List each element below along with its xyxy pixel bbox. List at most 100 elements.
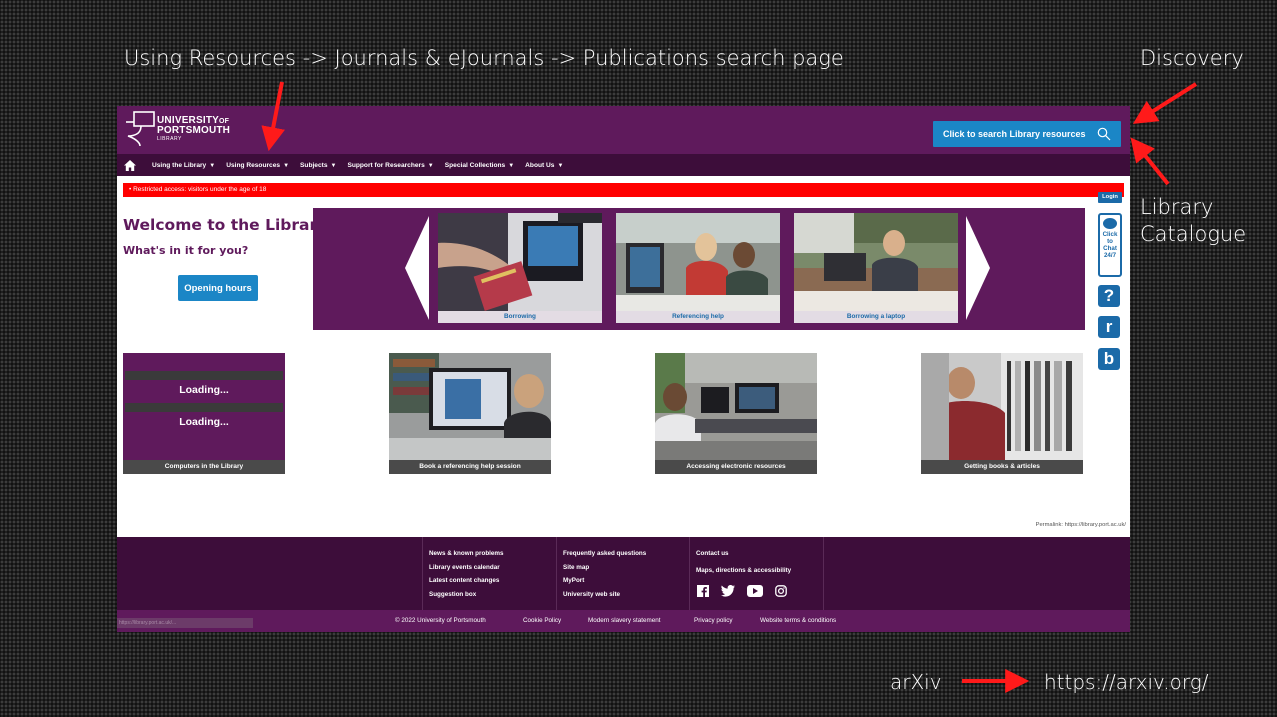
resources-path-caption: Using Resources -> Journals & eJournals … <box>124 46 844 70</box>
logo-line3: LIBRARY <box>157 136 182 142</box>
tile-accessing-electronic-resources[interactable]: Accessing electronic resources <box>655 353 817 474</box>
opening-hours-button[interactable]: Opening hours <box>178 275 258 301</box>
cookie-policy-link[interactable]: Cookie Policy <box>523 617 561 624</box>
arrow-to-library-catalogue <box>1130 137 1170 186</box>
borrowing-laptop-photo <box>794 213 958 311</box>
copyright-text: © 2022 University of Portsmouth <box>395 617 486 624</box>
chat-line1: Click <box>1102 231 1118 238</box>
carousel: Borrowing Referencing help Borrowing a l… <box>313 208 1085 330</box>
social-links <box>697 585 787 597</box>
chat-bubble-icon <box>1103 218 1117 229</box>
footer-link-faq[interactable]: Frequently asked questions <box>563 547 646 561</box>
carousel-slide-laptop[interactable]: Borrowing a laptop <box>794 213 958 323</box>
tile-caption-electronic: Accessing electronic resources <box>655 460 817 474</box>
footer-column-3: Contact us Maps, directions & accessibil… <box>696 547 791 577</box>
books-articles-photo <box>921 353 1083 460</box>
carousel-caption-referencing: Referencing help <box>616 311 780 323</box>
footer-bottom-bar: https://library.port.ac.uk/... © 2022 Un… <box>117 610 1130 632</box>
carousel-next-icon[interactable] <box>964 216 990 320</box>
modern-slavery-link[interactable]: Modern slavery statement <box>588 617 660 624</box>
footer-link-contact[interactable]: Contact us <box>696 547 791 561</box>
footer-link-myport[interactable]: MyPort <box>563 574 646 588</box>
chat-line3: Chat <box>1103 245 1117 252</box>
carousel-prev-icon[interactable] <box>405 216 431 320</box>
logo-line2: PORTSMOUTH <box>157 125 231 136</box>
loading-text-1: Loading... <box>179 384 229 396</box>
twitter-icon[interactable] <box>721 585 735 597</box>
search-button-label: Click to search Library resources <box>943 129 1086 139</box>
university-logo-text[interactable]: UNIVERSITYOF PORTSMOUTH LIBRARY <box>157 116 230 144</box>
arxiv-label: arXiv <box>890 670 942 694</box>
footer-link-university-site[interactable]: University web site <box>563 588 646 602</box>
footer-link-latest-changes[interactable]: Latest content changes <box>429 574 504 588</box>
b-icon[interactable]: b <box>1098 348 1120 370</box>
footer-link-site-map[interactable]: Site map <box>563 561 646 575</box>
carousel-slide-referencing[interactable]: Referencing help <box>616 213 780 323</box>
permalink[interactable]: Permalink: https://library.port.ac.uk/ <box>1036 522 1126 528</box>
electronic-resources-photo <box>655 353 817 460</box>
arxiv-url[interactable]: https://arxiv.org/ <box>1044 670 1209 694</box>
tile-caption-books: Getting books & articles <box>921 460 1083 474</box>
referencing-help-photo <box>616 213 780 311</box>
loading-bar <box>125 371 283 380</box>
loading-bar <box>125 403 283 412</box>
borrowing-photo <box>438 213 602 311</box>
arrow-to-discovery <box>1132 82 1198 124</box>
loading-text-2: Loading... <box>179 416 229 428</box>
welcome-title: Welcome to the Library <box>123 216 328 234</box>
site-footer: News & known problems Library events cal… <box>117 537 1130 610</box>
nav-subjects[interactable]: Subjects ▼ <box>300 162 336 169</box>
chat-line2: to <box>1107 238 1113 245</box>
footer-divider <box>422 537 423 610</box>
footer-column-1: News & known problems Library events cal… <box>429 547 504 601</box>
library-catalogue-caption: Library Catalogue <box>1140 194 1246 248</box>
footer-divider <box>556 537 557 610</box>
catalogue-caption-line2: Catalogue <box>1140 222 1247 246</box>
library-website-screenshot: UNIVERSITYOF PORTSMOUTH LIBRARY Click to… <box>117 106 1130 632</box>
tile-caption-referencing: Book a referencing help session <box>389 460 551 474</box>
welcome-subtitle: What's in it for you? <box>123 244 249 257</box>
youtube-icon[interactable] <box>747 585 763 597</box>
website-terms-link[interactable]: Website terms & conditions <box>760 617 836 624</box>
tile-getting-books-articles[interactable]: Getting books & articles <box>921 353 1083 474</box>
help-icon[interactable]: ? <box>1098 285 1120 307</box>
referencing-session-photo <box>389 353 551 460</box>
nav-support-for-researchers[interactable]: Support for Researchers ▼ <box>347 162 433 169</box>
footer-divider <box>689 537 690 610</box>
footer-link-news[interactable]: News & known problems <box>429 547 504 561</box>
facebook-icon[interactable] <box>697 585 709 597</box>
tile-book-referencing-session[interactable]: Book a referencing help session <box>389 353 551 474</box>
discovery-caption: Discovery <box>1140 46 1244 70</box>
nav-using-resources[interactable]: Using Resources ▼ <box>226 162 289 169</box>
r-icon[interactable]: r <box>1098 316 1120 338</box>
login-button[interactable]: Login <box>1098 192 1122 203</box>
site-header: UNIVERSITYOF PORTSMOUTH LIBRARY Click to… <box>117 106 1130 154</box>
logo-of: OF <box>219 118 230 125</box>
nav-about-us[interactable]: About Us ▼ <box>525 162 563 169</box>
tile-computers-in-library[interactable]: Loading... Loading... Computers in the L… <box>123 353 285 474</box>
catalogue-caption-line1: Library <box>1140 195 1214 219</box>
carousel-slide-borrowing[interactable]: Borrowing <box>438 213 602 323</box>
footer-divider <box>823 537 824 610</box>
privacy-policy-link[interactable]: Privacy policy <box>694 617 733 624</box>
carousel-caption-laptop: Borrowing a laptop <box>794 311 958 323</box>
nav-special-collections[interactable]: Special Collections ▼ <box>445 162 514 169</box>
chat-line4: 24/7 <box>1103 252 1117 259</box>
chat-widget[interactable]: Click to Chat 24/7 <box>1098 213 1122 277</box>
carousel-caption-borrowing: Borrowing <box>438 311 602 323</box>
footer-link-suggestion-box[interactable]: Suggestion box <box>429 588 504 602</box>
footer-column-2: Frequently asked questions Site map MyPo… <box>563 547 646 601</box>
footer-link-events[interactable]: Library events calendar <box>429 561 504 575</box>
footer-link-maps[interactable]: Maps, directions & accessibility <box>696 564 791 578</box>
computers-availability-panel: Loading... Loading... <box>123 353 285 460</box>
main-navigation: Using the Library ▼ Using Resources ▼ Subj… <box>117 154 1130 176</box>
search-library-resources-button[interactable]: Click to search Library resources <box>933 121 1121 147</box>
university-logo-icon[interactable] <box>124 110 156 148</box>
restricted-access-alert[interactable]: • Restricted access: visitors under the … <box>123 183 1124 197</box>
instagram-icon[interactable] <box>775 585 787 597</box>
nav-using-the-library[interactable]: Using the Library ▼ <box>152 162 215 169</box>
tile-caption-computers: Computers in the Library <box>123 460 285 474</box>
search-icon <box>1097 127 1111 141</box>
home-icon[interactable] <box>119 154 141 176</box>
browser-status-url: https://library.port.ac.uk/... <box>117 618 253 628</box>
